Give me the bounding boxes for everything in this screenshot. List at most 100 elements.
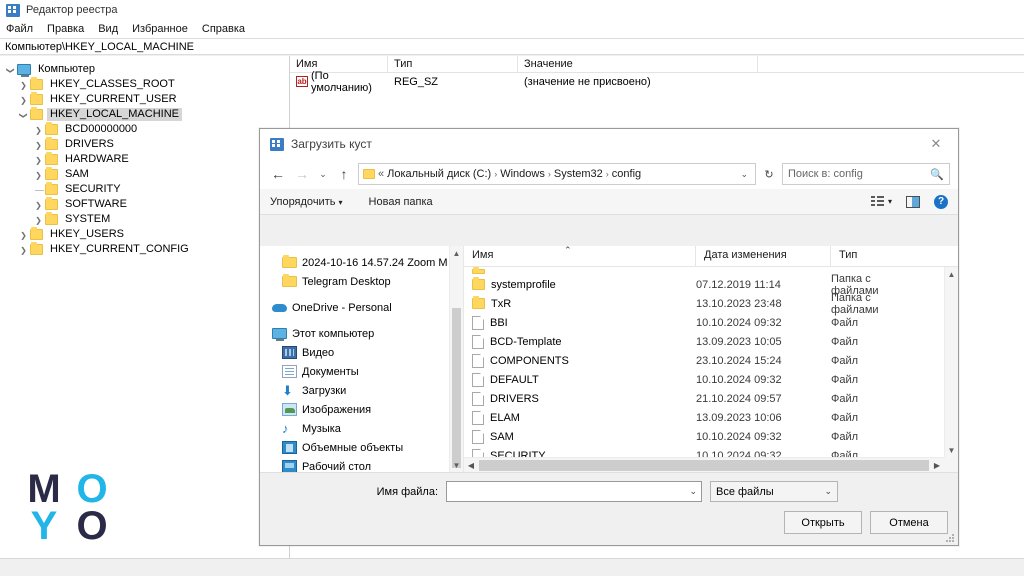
tree-item-hkey-users[interactable]: HKEY_USERS — [0, 227, 288, 242]
values-row[interactable]: ab (По умолчанию) REG_SZ (значение не пр… — [290, 70, 1024, 94]
nav-item-this-pc[interactable]: Этот компьютер — [260, 324, 463, 343]
filename-input[interactable]: ⌄ — [446, 481, 702, 502]
nav-item-3d-objects[interactable]: Объемные объекты — [260, 438, 463, 457]
nav-item-onedrive[interactable]: OneDrive - Personal — [260, 298, 463, 317]
nav-item-music[interactable]: Музыка — [260, 419, 463, 438]
preview-pane-icon[interactable] — [906, 195, 920, 208]
tree-item-sam[interactable]: SAM — [0, 167, 288, 182]
scroll-down-icon[interactable]: ▼ — [945, 443, 958, 457]
breadcrumb-overflow[interactable]: « — [378, 168, 384, 180]
scroll-down-icon[interactable]: ▼ — [450, 458, 463, 472]
chevron-down-icon[interactable] — [17, 110, 30, 120]
tree-item-system[interactable]: SYSTEM — [0, 212, 288, 227]
scroll-up-icon[interactable]: ▲ — [945, 267, 958, 281]
chevron-down-icon[interactable] — [4, 65, 17, 75]
column-header-date[interactable]: Дата изменения — [696, 246, 831, 266]
breadcrumb-item-drive[interactable]: Локальный диск (C:) — [387, 168, 491, 180]
chevron-down-icon[interactable]: ⌄ — [824, 486, 832, 497]
file-row-security[interactable]: SECURITY 10.10.2024 09:32 Файл — [464, 446, 944, 457]
tree-item-hardware[interactable]: HARDWARE — [0, 152, 288, 167]
values-column-type[interactable]: Тип — [388, 56, 518, 72]
chevron-down-icon[interactable]: ▾ — [888, 197, 892, 206]
chevron-right-icon[interactable] — [32, 125, 45, 135]
chevron-right-icon[interactable] — [17, 230, 30, 240]
cancel-button[interactable]: Отмена — [870, 511, 948, 534]
back-icon[interactable]: ← — [268, 163, 288, 185]
chevron-right-icon[interactable] — [32, 170, 45, 180]
file-row-elam[interactable]: ELAM 13.09.2023 10:06 Файл — [464, 408, 944, 427]
breadcrumb[interactable]: « Локальный диск (C:) › Windows › System… — [358, 163, 756, 185]
scroll-right-icon[interactable]: ▶ — [930, 461, 944, 470]
menu-file[interactable]: Файл — [6, 23, 33, 35]
tree-item-drivers[interactable]: DRIVERS — [0, 137, 288, 152]
tree-item-security[interactable]: SECURITY — [0, 182, 288, 197]
tree-item-computer[interactable]: Компьютер — [0, 62, 288, 77]
view-list-icon[interactable] — [870, 196, 884, 207]
menu-view[interactable]: Вид — [98, 23, 118, 35]
search-input[interactable]: Поиск в: config 🔍 — [782, 163, 950, 185]
scroll-up-icon[interactable]: ▲ — [450, 246, 463, 260]
chevron-right-icon[interactable] — [32, 155, 45, 165]
chevron-right-icon[interactable] — [32, 215, 45, 225]
nav-item-desktop[interactable]: Рабочий стол — [260, 457, 463, 472]
regedit-address-bar[interactable]: Компьютер\HKEY_LOCAL_MACHINE — [0, 38, 1024, 55]
nav-item-zoom-folder[interactable]: 2024-10-16 14.57.24 Zoom Meetin — [260, 253, 463, 272]
tree-item-hkey-local-machine[interactable]: HKEY_LOCAL_MACHINE — [0, 107, 288, 122]
new-folder-button[interactable]: Новая папка — [369, 196, 433, 208]
file-row-components[interactable]: COMPONENTS 23.10.2024 15:24 Файл — [464, 351, 944, 370]
tree-item-hkey-classes-root[interactable]: HKEY_CLASSES_ROOT — [0, 77, 288, 92]
column-header-name[interactable]: Имя — [464, 246, 696, 266]
file-row-txr[interactable]: TxR 13.10.2023 23:48 Папка с файлами — [464, 292, 944, 316]
chevron-right-icon[interactable] — [17, 245, 30, 255]
breadcrumb-separator[interactable]: › — [606, 169, 609, 179]
close-icon[interactable]: ✕ — [914, 129, 958, 159]
up-icon[interactable]: ↑ — [334, 163, 354, 185]
chevron-right-icon[interactable] — [17, 80, 30, 90]
tree-item-hkey-current-user[interactable]: HKEY_CURRENT_USER — [0, 92, 288, 107]
chevron-down-icon[interactable]: ⌄ — [689, 486, 697, 497]
refresh-icon[interactable]: ↻ — [760, 163, 778, 185]
file-type-select[interactable]: Все файлы ⌄ — [710, 481, 838, 502]
tree-item-hkey-current-config[interactable]: HKEY_CURRENT_CONFIG — [0, 242, 288, 257]
forward-icon[interactable]: → — [292, 163, 312, 185]
tree-item-bcd00000000[interactable]: BCD00000000 — [0, 122, 288, 137]
nav-item-videos[interactable]: Видео — [260, 343, 463, 362]
tree-item-software[interactable]: SOFTWARE — [0, 197, 288, 212]
file-list-scrollbar[interactable]: ▲ ▼ — [944, 267, 958, 457]
open-button[interactable]: Открыть — [784, 511, 862, 534]
file-row-default[interactable]: DEFAULT 10.10.2024 09:32 Файл — [464, 370, 944, 389]
chevron-right-icon[interactable] — [17, 95, 30, 105]
help-icon[interactable]: ? — [934, 194, 948, 209]
file-row-drivers[interactable]: DRIVERS 21.10.2024 09:57 Файл — [464, 389, 944, 408]
scrollbar-thumb[interactable] — [479, 459, 929, 471]
file-list-pane[interactable]: Имя Дата изменения Тип ⌃ systemprofile 0… — [463, 246, 958, 472]
file-row-bcd-template[interactable]: BCD-Template 13.09.2023 10:05 Файл — [464, 332, 944, 351]
chevron-down-icon[interactable]: ⌄ — [740, 169, 751, 180]
organize-button[interactable]: Упорядочить ▾ — [270, 196, 343, 208]
values-column-value[interactable]: Значение — [518, 56, 758, 72]
resize-grip[interactable] — [946, 534, 955, 543]
breadcrumb-item-system32[interactable]: System32 — [554, 168, 603, 180]
file-row-bbi[interactable]: BBI 10.10.2024 09:32 Файл — [464, 313, 944, 332]
chevron-right-icon[interactable] — [32, 200, 45, 210]
nav-item-telegram-desktop[interactable]: Telegram Desktop — [260, 272, 463, 291]
file-row-sam[interactable]: SAM 10.10.2024 09:32 Файл — [464, 427, 944, 446]
file-list-horizontal-scrollbar[interactable]: ◀ ▶ — [464, 457, 944, 472]
scroll-left-icon[interactable]: ◀ — [464, 461, 478, 470]
search-icon[interactable]: 🔍 — [930, 168, 944, 181]
scrollbar-thumb[interactable] — [452, 308, 461, 468]
breadcrumb-separator[interactable]: › — [548, 169, 551, 179]
nav-item-downloads[interactable]: Загрузки — [260, 381, 463, 400]
menu-help[interactable]: Справка — [202, 23, 245, 35]
column-header-type[interactable]: Тип — [831, 246, 921, 266]
breadcrumb-item-windows[interactable]: Windows — [500, 168, 545, 180]
breadcrumb-separator[interactable]: › — [494, 169, 497, 179]
file-list-rows[interactable]: systemprofile 07.12.2019 11:14 Папка с ф… — [464, 267, 944, 457]
navigation-pane[interactable]: 2024-10-16 14.57.24 Zoom Meetin Telegram… — [260, 246, 463, 472]
navpane-scrollbar[interactable]: ▲ ▼ — [449, 246, 463, 472]
menu-edit[interactable]: Правка — [47, 23, 84, 35]
menu-favorites[interactable]: Избранное — [132, 23, 188, 35]
nav-item-pictures[interactable]: Изображения — [260, 400, 463, 419]
nav-item-documents[interactable]: Документы — [260, 362, 463, 381]
chevron-right-icon[interactable] — [32, 140, 45, 150]
